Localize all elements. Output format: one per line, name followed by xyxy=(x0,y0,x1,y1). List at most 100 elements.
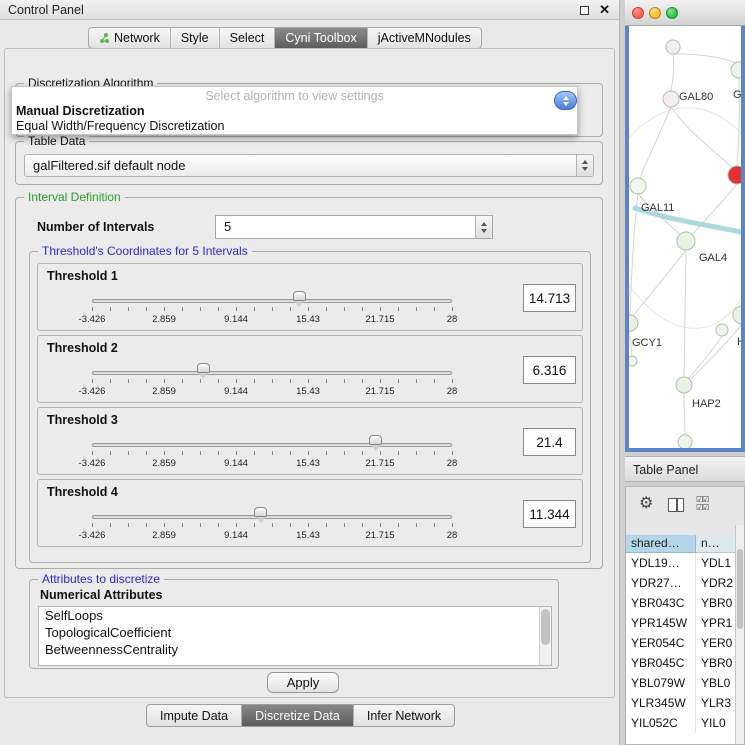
cell-name[interactable]: YPR1 xyxy=(696,613,736,633)
scrollbar-thumb[interactable] xyxy=(737,549,743,629)
tab-infer-network[interactable]: Infer Network xyxy=(354,705,454,726)
table-row[interactable]: YBR045CYBR0 xyxy=(626,653,736,673)
threshold-value[interactable]: 6.316 xyxy=(523,356,576,384)
tab-select[interactable]: Select xyxy=(220,28,276,48)
popup-item-equal-width[interactable]: Equal Width/Frequency Discretization xyxy=(12,119,577,134)
popup-item-manual-discretization[interactable]: Manual Discretization xyxy=(12,104,577,119)
network-node[interactable] xyxy=(663,91,679,107)
column-header-shared-name[interactable]: shared… xyxy=(626,535,696,553)
network-node[interactable] xyxy=(629,356,637,366)
cell-name[interactable]: YER0 xyxy=(696,633,736,653)
down-arrow-icon xyxy=(481,229,487,233)
cell-name[interactable]: YLR3 xyxy=(696,693,736,713)
network-node[interactable] xyxy=(716,324,728,336)
slider-thumb[interactable] xyxy=(197,363,210,373)
table-row[interactable]: YDL19…YDL1 xyxy=(626,553,736,573)
network-node-label: GAL4 xyxy=(699,252,727,264)
cell-shared-name[interactable]: YBR045C xyxy=(626,653,696,673)
network-node[interactable] xyxy=(676,377,692,393)
list-item[interactable]: TopologicalCoefficient xyxy=(39,624,551,641)
cell-name[interactable]: YBL0 xyxy=(696,673,736,693)
slider-track[interactable] xyxy=(92,371,452,375)
table-row[interactable]: YER054CYER0 xyxy=(626,633,736,653)
gear-icon[interactable]: ⚙ xyxy=(639,495,653,513)
window-title: Control Panel xyxy=(8,3,84,17)
number-of-intervals-spinner[interactable]: 5 xyxy=(215,215,493,239)
table-row[interactable]: YDR27…YDR2 xyxy=(626,573,736,593)
spinner-stepper[interactable] xyxy=(475,216,492,238)
threshold-slider[interactable]: -3.4262.8599.14415.4321.71528 xyxy=(92,435,452,473)
table-row[interactable]: YIL052CYIL0 xyxy=(626,713,736,733)
slider-thumb[interactable] xyxy=(254,507,267,517)
cell-shared-name[interactable]: YBL079W xyxy=(626,673,696,693)
network-node[interactable] xyxy=(630,178,646,194)
cell-name[interactable]: YIL0 xyxy=(696,713,736,733)
threshold-value[interactable]: 14.713 xyxy=(523,284,576,312)
table-header-row: shared… n… xyxy=(626,535,736,553)
cell-name[interactable]: YDR2 xyxy=(696,573,736,593)
network-canvas[interactable]: GAL80GAGAL11GAL4GCY1HAP2H xyxy=(629,26,741,448)
zoom-traffic-light[interactable] xyxy=(666,7,678,19)
column-header-name[interactable]: n… xyxy=(696,535,736,553)
table-data-combobox[interactable]: galFiltered.sif default node xyxy=(24,154,594,177)
threshold-label: Threshold 2 xyxy=(47,341,118,355)
cell-shared-name[interactable]: YBR043C xyxy=(626,593,696,613)
cell-name[interactable]: YBR0 xyxy=(696,653,736,673)
table-row[interactable]: YBL079WYBL0 xyxy=(626,673,736,693)
slider-thumb[interactable] xyxy=(293,291,306,301)
threshold-slider[interactable]: -3.4262.8599.14415.4321.71528 xyxy=(92,507,452,545)
table-panel-header[interactable]: Table Panel xyxy=(625,456,745,482)
tab-impute-data[interactable]: Impute Data xyxy=(147,705,242,726)
algorithm-combo-stepper[interactable] xyxy=(554,91,577,110)
control-panel-window: Control Panel ✕ Network Style Select Cyn… xyxy=(0,0,620,745)
tab-style[interactable]: Style xyxy=(171,28,220,48)
close-traffic-light[interactable] xyxy=(632,7,644,19)
tab-label: Select xyxy=(230,31,265,45)
network-node[interactable] xyxy=(677,232,695,250)
list-item[interactable]: SelfLoops xyxy=(39,607,551,624)
tab-network[interactable]: Network xyxy=(89,28,171,48)
threshold-slider[interactable]: -3.4262.8599.14415.4321.71528 xyxy=(92,291,452,329)
up-arrow-icon xyxy=(582,160,588,164)
list-item[interactable]: BetweennessCentrality xyxy=(39,641,551,658)
network-node[interactable] xyxy=(678,435,692,448)
cell-shared-name[interactable]: YDL19… xyxy=(626,553,696,573)
attributes-scrollbar[interactable] xyxy=(539,607,551,665)
columns-icon[interactable] xyxy=(668,498,684,512)
table-scrollbar[interactable] xyxy=(735,525,744,744)
slider-track[interactable] xyxy=(92,515,452,519)
slider-track[interactable] xyxy=(92,299,452,303)
float-window-icon[interactable] xyxy=(580,6,589,15)
close-icon[interactable]: ✕ xyxy=(599,2,610,18)
cell-shared-name[interactable]: YDR27… xyxy=(626,573,696,593)
network-node[interactable] xyxy=(666,40,680,54)
tab-jactivemnodules[interactable]: jActiveMNodules xyxy=(368,28,481,48)
network-node[interactable] xyxy=(731,62,741,78)
threshold-slider[interactable]: -3.4262.8599.14415.4321.71528 xyxy=(92,363,452,401)
network-node[interactable] xyxy=(629,315,638,331)
threshold-value[interactable]: 21.4 xyxy=(523,428,576,456)
cell-name[interactable]: YDL1 xyxy=(696,553,736,573)
select-columns-icon[interactable]: ☑☑ ☑☑ xyxy=(696,496,708,512)
cell-shared-name[interactable]: YIL052C xyxy=(626,713,696,733)
network-node[interactable] xyxy=(728,166,741,184)
apply-button[interactable]: Apply xyxy=(267,672,339,693)
tab-label: Style xyxy=(181,31,209,45)
minimize-traffic-light[interactable] xyxy=(649,7,661,19)
slider-track[interactable] xyxy=(92,443,452,447)
cell-shared-name[interactable]: YER054C xyxy=(626,633,696,653)
network-view-window: GAL80GAGAL11GAL4GCY1HAP2H xyxy=(625,0,745,452)
cell-shared-name[interactable]: YPR145W xyxy=(626,613,696,633)
cell-shared-name[interactable]: YLR345W xyxy=(626,693,696,713)
table-row[interactable]: YLR345WYLR3 xyxy=(626,693,736,713)
slider-thumb[interactable] xyxy=(369,435,382,445)
threshold-value[interactable]: 11.344 xyxy=(523,500,576,528)
tab-discretize-data[interactable]: Discretize Data xyxy=(242,705,354,726)
tab-cyni-toolbox[interactable]: Cyni Toolbox xyxy=(275,28,367,48)
combo-stepper[interactable] xyxy=(576,155,593,176)
table-row[interactable]: YPR145WYPR1 xyxy=(626,613,736,633)
scrollbar-thumb[interactable] xyxy=(541,609,550,645)
table-row[interactable]: YBR043CYBR0 xyxy=(626,593,736,613)
cell-name[interactable]: YBR0 xyxy=(696,593,736,613)
attributes-list[interactable]: SelfLoopsTopologicalCoefficientBetweenne… xyxy=(38,606,552,666)
